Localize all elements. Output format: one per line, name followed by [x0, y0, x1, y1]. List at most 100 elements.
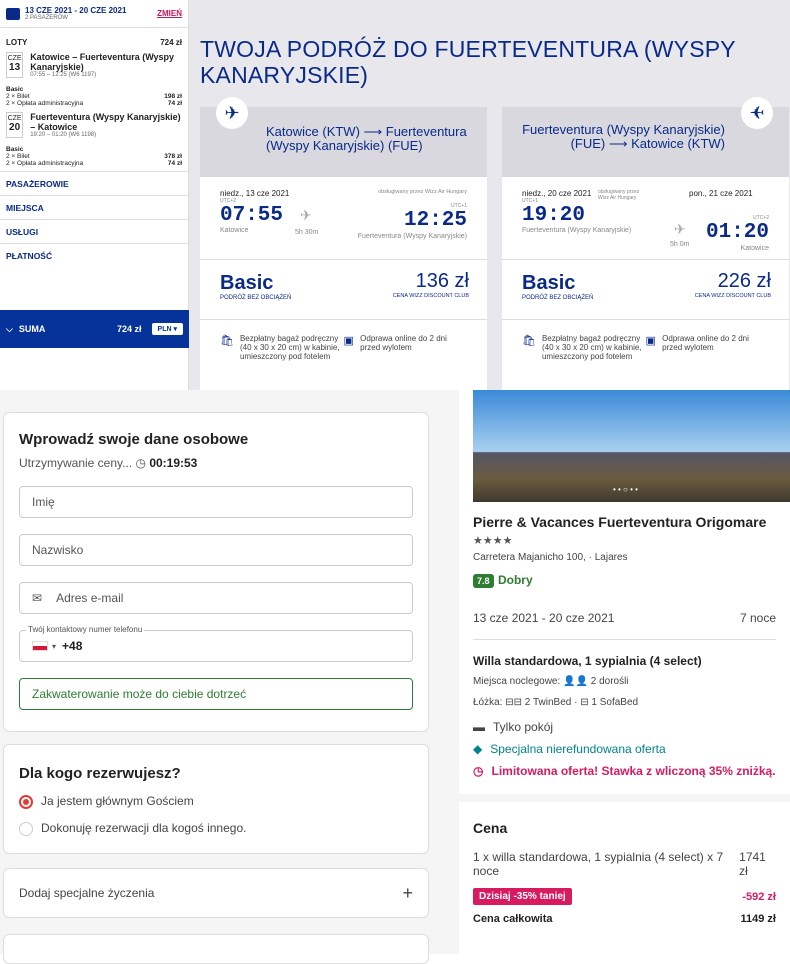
- hotel-summary: • • ○ • • Pierre & Vacances Fuerteventur…: [459, 390, 790, 954]
- trip-dates: 13 CZE 2021 - 20 CZE 2021: [25, 6, 127, 15]
- stay-dates: 13 cze 2021 - 20 cze 2021 7 noce: [473, 611, 776, 640]
- booking-for-title: Dla kogo rezerwujesz?: [19, 765, 181, 782]
- plane-icon: ✈: [216, 97, 248, 129]
- discount-badge: Dzisiaj -35% taniej: [473, 888, 572, 905]
- section-payment[interactable]: PŁATNOŚĆ: [0, 243, 188, 267]
- feature-baggage: Bezpłatny bagaż podręczny (40 x 30 x 20 …: [239, 334, 340, 361]
- sofa-icon: ⊟: [580, 697, 589, 708]
- feature-checkin: Odprawa online do 2 dni przed wylotem: [360, 334, 447, 352]
- fare-box[interactable]: Basic PODRÓŻ BEZ OBCIĄŻEŃ 136 zł CENA WIZZ …: [200, 260, 487, 320]
- score-label: Dobry: [497, 573, 533, 587]
- total-value: 1149 zł: [740, 913, 776, 925]
- leg-time: 07:55 – 12:25 (W6 1197): [30, 72, 97, 78]
- flag-pl-icon[interactable]: [32, 641, 48, 651]
- phone-label: Twój kontaktowy numer telefonu: [26, 625, 145, 634]
- people-icon: 👤👤: [563, 676, 588, 687]
- price-title: Cena: [473, 820, 508, 836]
- leg-return: CZE 20 Fuerteventura (Wyspy Kanaryjskie) …: [0, 112, 188, 138]
- hotel-name[interactable]: Pierre & Vacances Fuerteventura Origomar…: [473, 514, 776, 530]
- hotel-address: Carretera Majanicho 100, · Lajares: [473, 552, 628, 563]
- occupancy: Miejsca noclegowe: 👤👤 2 dorośli: [473, 676, 629, 687]
- radio-self[interactable]: Ja jestem głównym Gościem: [4, 794, 428, 809]
- feature-baggage: Bezpłatny bagaż podręczny (40 x 30 x 20 …: [541, 334, 642, 361]
- dates-header: 13 CZE 2021 - 20 CZE 2021 2 PASAŻERÓW ZMI…: [0, 0, 188, 28]
- offer-type[interactable]: ◆ Specjalna nierefundowana oferta: [473, 742, 776, 756]
- feature-checkin: Odprawa online do 2 dni przed wylotem: [662, 334, 749, 352]
- fare-price: 136 zł: [415, 270, 469, 292]
- bag-icon: 🛍: [522, 335, 536, 347]
- flight-times: niedz., 20 cze 2021 pon., 21 cze 2021 ob…: [502, 177, 789, 260]
- room-type: Willa standardowa, 1 sypialnia (4 select…: [473, 654, 702, 668]
- calendar-icon: [6, 7, 20, 20]
- leg-outbound: CZE 13 Katowice – Fuerteventura (Wyspy Ka…: [0, 52, 188, 78]
- special-requests[interactable]: Dodaj specjalne życzenia +: [3, 868, 429, 918]
- flight-date: niedz., 20 cze 2021: [522, 189, 592, 198]
- total-line: Cena całkowita 1149 zł: [473, 913, 776, 925]
- duration: 5h 30m: [295, 229, 319, 236]
- price-hold: Utrzymywanie ceny... ◷ 00:19:53: [19, 456, 198, 470]
- flight-times: niedz., 13 cze 2021 obsługiwany przez Wi…: [200, 177, 487, 260]
- duration: 5h 0m: [670, 241, 690, 248]
- calendar-icon: ▣: [343, 335, 354, 347]
- arrival-time: 12:25: [403, 209, 467, 232]
- discount-line: Dzisiaj -35% taniej -592 zł: [473, 888, 776, 905]
- phone-code: +48: [62, 639, 83, 653]
- flights-row: LOTY 724 zł: [0, 38, 188, 47]
- beds: Łóżka: ⊟⊟ 2 TwinBed · ⊟ 1 SofaBed: [473, 697, 639, 708]
- last-name-field[interactable]: Nazwisko: [19, 534, 413, 566]
- arrival-time: 01:20: [705, 221, 769, 244]
- radio-icon[interactable]: [19, 821, 33, 836]
- radio-selected-icon[interactable]: [19, 794, 33, 809]
- booking-for-section: Dla kogo rezerwujesz? Ja jestem głównym …: [3, 744, 429, 854]
- return-flight-card: ✈ Fuerteventura (Wyspy Kanaryjskie) (FUE)…: [502, 97, 789, 390]
- plane-icon: ✈: [674, 221, 686, 237]
- leg-date-box: CZE 13: [6, 52, 24, 78]
- clock-icon: ◷: [135, 456, 146, 470]
- flight-summary-panel: 13 CZE 2021 - 20 CZE 2021 2 PASAŻERÓW ZMI…: [0, 0, 790, 390]
- personal-data-form: Wprowadź swoje dane osobowe Utrzymywanie…: [3, 412, 429, 732]
- email-field[interactable]: ✉ Adres e-mail: [19, 582, 413, 614]
- fare-box[interactable]: Basic PODRÓŻ BEZ OBCIĄŻEŃ 226 zł CENA WIZZ …: [502, 260, 789, 320]
- passenger-count: 2 PASAŻERÓW: [25, 15, 68, 21]
- page-title: TWOJA PODRÓŻ DO FUERTEVENTURA (WYSPY KAN…: [200, 36, 736, 88]
- envelope-icon: ✉: [32, 591, 43, 605]
- leg-route: Katowice – Fuerteventura (Wyspy Kanaryjs…: [30, 52, 175, 72]
- first-name-field[interactable]: Imię: [19, 486, 413, 518]
- plus-icon[interactable]: +: [402, 883, 413, 904]
- sum-bar[interactable]: ⌵ SUMA 724 zł PLN ▾: [0, 310, 189, 348]
- section-services[interactable]: USŁUGI: [0, 219, 188, 243]
- arrival-date: pon., 21 cze 2021: [689, 189, 753, 198]
- bag-icon: 🛍: [220, 335, 234, 347]
- chevron-down-icon: ⌵: [6, 323, 13, 334]
- bed-icon: ▬: [473, 720, 485, 734]
- bed-icon: ⊟⊟: [505, 697, 523, 708]
- section-passengers[interactable]: PASAŻEROWIE: [0, 171, 188, 195]
- hotel-photo[interactable]: • • ○ • •: [473, 390, 790, 502]
- phone-field[interactable]: Twój kontaktowy numer telefonu ▾ +48: [19, 625, 413, 662]
- leg-time: 19:20 – 01:20 (W6 1198): [30, 132, 97, 138]
- plane-icon: ✈: [300, 207, 312, 223]
- price-line: 1 x willa standardowa, 1 sypialnia (4 se…: [473, 850, 766, 878]
- carousel-dots[interactable]: • • ○ • •: [613, 485, 638, 494]
- tag-icon: ◆: [473, 742, 483, 756]
- booking-sidebar: 13 CZE 2021 - 20 CZE 2021 2 PASAŻERÓW ZMI…: [0, 0, 189, 390]
- operator: obsługiwany przez Wizz Air Hungary: [378, 189, 467, 195]
- board-type: ▬ Tylko pokój: [473, 720, 554, 734]
- plane-icon: ✈: [741, 97, 773, 129]
- radio-other[interactable]: Dokonuję rezerwacji dla kogoś innego.: [4, 809, 428, 836]
- calendar-icon: ▣: [645, 335, 656, 347]
- score-badge: 7.8: [473, 574, 494, 588]
- star-rating: ★★★★: [473, 535, 513, 547]
- change-link[interactable]: ZMIEŃ: [157, 9, 182, 18]
- fare-price: 226 zł: [717, 270, 771, 292]
- currency-select[interactable]: PLN ▾: [151, 323, 183, 335]
- discount-value: -592 zł: [742, 890, 776, 903]
- sum-label: SUMA: [18, 324, 46, 334]
- section-seats[interactable]: MIEJSCA: [0, 195, 188, 219]
- leg-route: Fuerteventura (Wyspy Kanaryjskie) – Kato…: [30, 112, 181, 132]
- limited-offer: ◷ Limitowana oferta! Stawka z wliczoną 35…: [473, 764, 776, 778]
- info-note: Zakwaterowanie może do ciebie dotrzeć: [19, 678, 413, 710]
- flights-total: 724 zł: [160, 38, 182, 47]
- form-title: Wprowadź swoje dane osobowe: [19, 431, 249, 448]
- outbound-flight-card: ✈ Katowice (KTW) ⟶ Fuerteventura (Wyspy K…: [200, 97, 487, 390]
